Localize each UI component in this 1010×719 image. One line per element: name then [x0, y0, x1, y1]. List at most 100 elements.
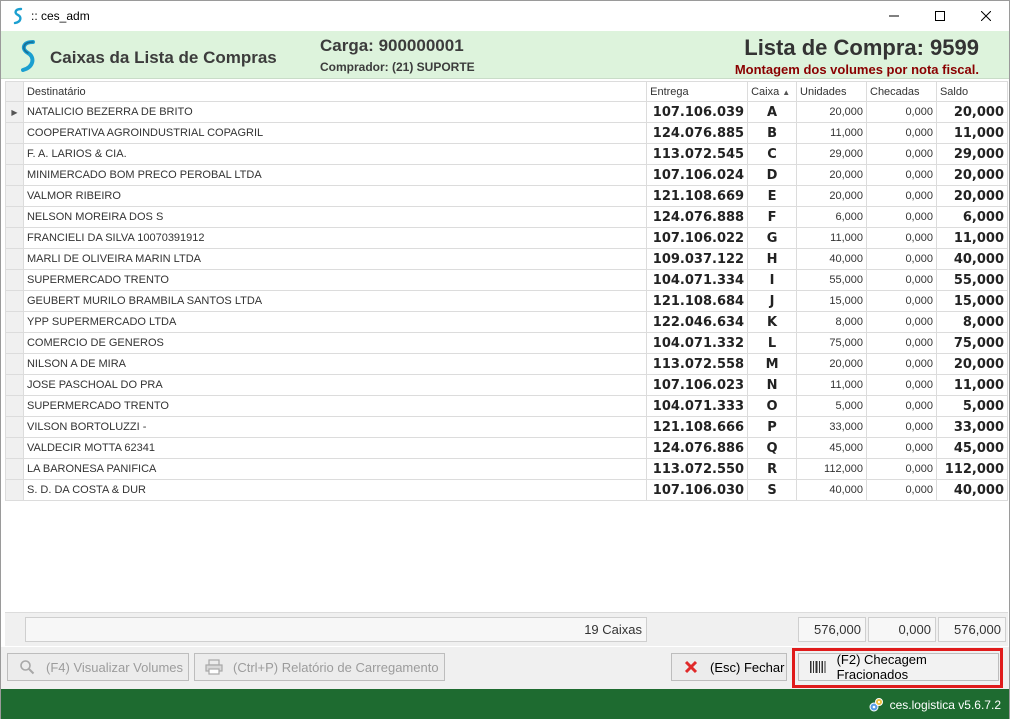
- column-header-checadas[interactable]: Checadas: [866, 81, 937, 102]
- cell-entrega[interactable]: 107.106.023: [646, 374, 749, 396]
- cell-checadas[interactable]: 0,000: [866, 290, 937, 312]
- cell-entrega[interactable]: 121.108.669: [646, 185, 749, 207]
- caixas-grid[interactable]: Destinatário Entrega Caixa ▲ Unidades Ch…: [5, 81, 1009, 611]
- table-row[interactable]: SUPERMERCADO TRENTO 104.071.333 O 5,000 0,00…: [5, 395, 1009, 417]
- cell-caixa[interactable]: D: [747, 164, 798, 186]
- column-header-entrega[interactable]: Entrega: [646, 81, 749, 102]
- table-row[interactable]: COOPERATIVA AGROINDUSTRIAL COPAGRIL 124.0…: [5, 122, 1009, 144]
- cell-unidades[interactable]: 40,000: [796, 248, 867, 270]
- table-row[interactable]: SUPERMERCADO TRENTO 104.071.334 I 55,000 0,0…: [5, 269, 1009, 291]
- table-row[interactable]: MARLI DE OLIVEIRA MARIN LTDA 109.037.122 H…: [5, 248, 1009, 270]
- table-row[interactable]: LA BARONESA PANIFICA 113.072.550 R 112,000 0…: [5, 458, 1009, 480]
- cell-destinatario[interactable]: MARLI DE OLIVEIRA MARIN LTDA: [22, 248, 648, 270]
- cell-saldo[interactable]: 40,000: [935, 248, 1009, 270]
- cell-caixa[interactable]: Q: [747, 437, 798, 459]
- cell-entrega[interactable]: 122.046.634: [646, 311, 749, 333]
- maximize-button[interactable]: [917, 1, 963, 31]
- checagem-fracionados-button[interactable]: (F2) Checagem Fracionados: [798, 652, 999, 682]
- cell-unidades[interactable]: 20,000: [796, 185, 867, 207]
- close-button[interactable]: [963, 1, 1009, 31]
- cell-saldo[interactable]: 11,000: [935, 227, 1009, 249]
- column-header-saldo[interactable]: Saldo: [935, 81, 1009, 102]
- cell-caixa[interactable]: N: [747, 374, 798, 396]
- cell-caixa[interactable]: K: [747, 311, 798, 333]
- column-header-destinatario[interactable]: Destinatário: [22, 81, 648, 102]
- cell-entrega[interactable]: 107.106.022: [646, 227, 749, 249]
- cell-checadas[interactable]: 0,000: [866, 353, 937, 375]
- table-row[interactable]: F. A. LARIOS & CIA. 113.072.545 C 29,000 0,0…: [5, 143, 1009, 165]
- cell-saldo[interactable]: 112,000: [935, 458, 1009, 480]
- cell-saldo[interactable]: 40,000: [935, 479, 1009, 501]
- cell-caixa[interactable]: E: [747, 185, 798, 207]
- cell-checadas[interactable]: 0,000: [866, 122, 937, 144]
- cell-unidades[interactable]: 8,000: [796, 311, 867, 333]
- table-row[interactable]: COMERCIO DE GENEROS 104.071.332 L 75,000 0,0…: [5, 332, 1009, 354]
- cell-caixa[interactable]: C: [747, 143, 798, 165]
- table-row[interactable]: VALDECIR MOTTA 62341 124.076.886 Q 45,000 0,…: [5, 437, 1009, 459]
- cell-caixa[interactable]: H: [747, 248, 798, 270]
- table-row[interactable]: JOSE PASCHOAL DO PRA 107.106.023 N 11,000 0,…: [5, 374, 1009, 396]
- cell-unidades[interactable]: 20,000: [796, 101, 867, 123]
- cell-checadas[interactable]: 0,000: [866, 479, 937, 501]
- cell-destinatario[interactable]: FRANCIELI DA SILVA 10070391912: [22, 227, 648, 249]
- cell-destinatario[interactable]: VALDECIR MOTTA 62341: [22, 437, 648, 459]
- cell-unidades[interactable]: 112,000: [796, 458, 867, 480]
- cell-checadas[interactable]: 0,000: [866, 269, 937, 291]
- column-header-unidades[interactable]: Unidades: [796, 81, 867, 102]
- cell-destinatario[interactable]: JOSE PASCHOAL DO PRA: [22, 374, 648, 396]
- table-row[interactable]: NILSON A DE MIRA 113.072.558 M 20,000 0,000 2…: [5, 353, 1009, 375]
- column-header-caixa[interactable]: Caixa ▲: [747, 81, 798, 102]
- cell-saldo[interactable]: 55,000: [935, 269, 1009, 291]
- cell-saldo[interactable]: 5,000: [935, 395, 1009, 417]
- cell-entrega[interactable]: 121.108.684: [646, 290, 749, 312]
- cell-entrega[interactable]: 113.072.550: [646, 458, 749, 480]
- cell-entrega[interactable]: 107.106.039: [646, 101, 749, 123]
- cell-entrega[interactable]: 113.072.558: [646, 353, 749, 375]
- cell-checadas[interactable]: 0,000: [866, 416, 937, 438]
- cell-checadas[interactable]: 0,000: [866, 143, 937, 165]
- cell-checadas[interactable]: 0,000: [866, 227, 937, 249]
- cell-destinatario[interactable]: NATALICIO BEZERRA DE BRITO: [22, 101, 648, 123]
- cell-caixa[interactable]: L: [747, 332, 798, 354]
- table-row[interactable]: S. D. DA COSTA & DUR 107.106.030 S 40,000 0,…: [5, 479, 1009, 501]
- cell-caixa[interactable]: M: [747, 353, 798, 375]
- fechar-button[interactable]: (Esc) Fechar: [671, 653, 787, 681]
- cell-unidades[interactable]: 20,000: [796, 353, 867, 375]
- cell-entrega[interactable]: 124.076.885: [646, 122, 749, 144]
- cell-unidades[interactable]: 15,000: [796, 290, 867, 312]
- relatorio-carregamento-button[interactable]: (Ctrl+P) Relatório de Carregamento: [194, 653, 445, 681]
- cell-destinatario[interactable]: SUPERMERCADO TRENTO: [22, 395, 648, 417]
- cell-saldo[interactable]: 11,000: [935, 374, 1009, 396]
- cell-caixa[interactable]: R: [747, 458, 798, 480]
- cell-saldo[interactable]: 29,000: [935, 143, 1009, 165]
- cell-unidades[interactable]: 5,000: [796, 395, 867, 417]
- cell-destinatario[interactable]: LA BARONESA PANIFICA: [22, 458, 648, 480]
- cell-caixa[interactable]: B: [747, 122, 798, 144]
- cell-saldo[interactable]: 11,000: [935, 122, 1009, 144]
- table-row[interactable]: YPP SUPERMERCADO LTDA 122.046.634 K 8,000 0,…: [5, 311, 1009, 333]
- cell-checadas[interactable]: 0,000: [866, 395, 937, 417]
- cell-caixa[interactable]: P: [747, 416, 798, 438]
- cell-checadas[interactable]: 0,000: [866, 248, 937, 270]
- cell-entrega[interactable]: 121.108.666: [646, 416, 749, 438]
- cell-entrega[interactable]: 107.106.030: [646, 479, 749, 501]
- cell-saldo[interactable]: 20,000: [935, 353, 1009, 375]
- cell-unidades[interactable]: 45,000: [796, 437, 867, 459]
- cell-saldo[interactable]: 20,000: [935, 164, 1009, 186]
- cell-caixa[interactable]: G: [747, 227, 798, 249]
- cell-checadas[interactable]: 0,000: [866, 311, 937, 333]
- cell-saldo[interactable]: 45,000: [935, 437, 1009, 459]
- cell-saldo[interactable]: 33,000: [935, 416, 1009, 438]
- cell-destinatario[interactable]: COMERCIO DE GENEROS: [22, 332, 648, 354]
- cell-entrega[interactable]: 124.076.886: [646, 437, 749, 459]
- table-row[interactable]: MINIMERCADO BOM PRECO PEROBAL LTDA 107.10…: [5, 164, 1009, 186]
- cell-checadas[interactable]: 0,000: [866, 101, 937, 123]
- cell-destinatario[interactable]: NILSON A DE MIRA: [22, 353, 648, 375]
- cell-destinatario[interactable]: NELSON MOREIRA DOS S: [22, 206, 648, 228]
- cell-caixa[interactable]: S: [747, 479, 798, 501]
- cell-unidades[interactable]: 11,000: [796, 374, 867, 396]
- cell-destinatario[interactable]: YPP SUPERMERCADO LTDA: [22, 311, 648, 333]
- cell-unidades[interactable]: 55,000: [796, 269, 867, 291]
- table-row[interactable]: GEUBERT MURILO BRAMBILA SANTOS LTDA 121.1…: [5, 290, 1009, 312]
- table-row[interactable]: NELSON MOREIRA DOS S 124.076.888 F 6,000 0,0…: [5, 206, 1009, 228]
